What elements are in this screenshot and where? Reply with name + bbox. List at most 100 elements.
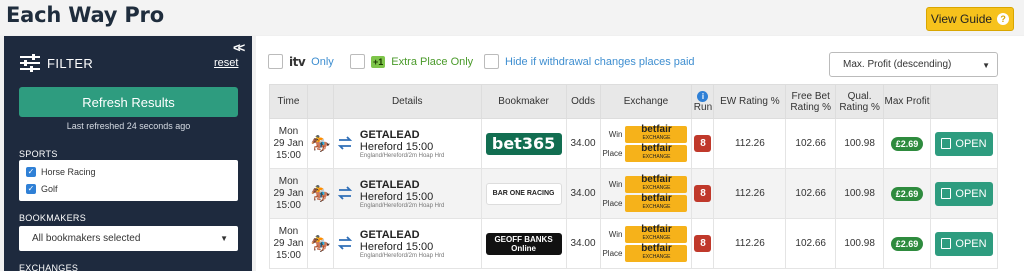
view-guide-button[interactable]: View Guide ?	[926, 7, 1014, 31]
bookmaker-name: bet365	[491, 134, 556, 153]
refresh-results-button[interactable]: Refresh Results	[19, 87, 238, 117]
open-button[interactable]: OPEN	[935, 231, 993, 256]
open-button[interactable]: OPEN	[935, 181, 993, 206]
sport-item-golf[interactable]: ✓ Golf	[26, 184, 58, 194]
bookmakers-heading: BOOKMAKERS	[19, 213, 87, 223]
exchange-sub: EXCHANGE	[642, 254, 671, 260]
odds-cell: 34.00	[565, 118, 601, 169]
itv-only-option[interactable]: itv Only	[268, 54, 334, 69]
max-profit-cell: £2.69	[883, 218, 931, 269]
col-header-icon	[306, 84, 334, 119]
sport-icon-cell: 🏇	[306, 218, 334, 269]
place-label: Place	[602, 148, 623, 158]
results-table-wrap: Time Details Bookmaker Odds Exchange i Ru…	[269, 84, 999, 269]
col-header-exchange: Exchange	[599, 84, 693, 119]
sport-icon-cell: 🏇	[306, 168, 334, 219]
win-label: Win	[608, 229, 623, 239]
last-refreshed-text: Last refreshed 24 seconds ago	[66, 121, 191, 131]
qual-rating-cell: 100.98	[835, 218, 885, 269]
sport-item-horse-racing[interactable]: ✓ Horse Racing	[26, 167, 96, 177]
bookmaker-logo-bar-one[interactable]: BAR ONE RACING	[485, 182, 562, 205]
day: Mon	[278, 225, 299, 237]
betfair-place-button[interactable]: betfair EXCHANGE	[625, 193, 688, 212]
betfair-place-button[interactable]: betfair EXCHANGE	[625, 243, 688, 262]
details-cell: GETALEAD Hereford 15:00 England/Hereford/2…	[332, 218, 482, 269]
runner-name: GETALEAD	[359, 228, 420, 241]
run-badge: 8	[694, 235, 712, 252]
exchange-cell: Win betfair EXCHANGE Place betfair EXCHANGE	[599, 168, 693, 219]
exchange-cell: Win betfair EXCHANGE Place betfair EXCHANGE	[599, 218, 693, 269]
info-icon[interactable]: i	[697, 90, 709, 102]
bookmakers-selected-value: All bookmakers selected	[32, 233, 141, 244]
max-profit-badge: £2.69	[890, 136, 924, 151]
free-bet-rating-cell: 102.66	[785, 118, 837, 169]
time: 15:00	[275, 249, 301, 261]
table-row: Mon 29 Jan 15:00 🏇 GETALEAD Hereford 15:00 Eng…	[269, 218, 999, 269]
max-profit-cell: £2.69	[883, 118, 931, 169]
betfair-win-button[interactable]: betfair EXCHANGE	[625, 175, 688, 193]
col-header-run-label: Run	[693, 101, 713, 113]
chevron-down-icon: ▼	[982, 61, 990, 70]
exchange-name: betfair	[641, 224, 672, 235]
col-header-time: Time	[269, 84, 308, 119]
sort-value: Max. Profit (descending)	[843, 59, 952, 70]
collapse-sidebar-icon[interactable]: <<	[233, 40, 245, 55]
run-cell: 8	[691, 118, 715, 169]
win-label: Win	[608, 129, 623, 139]
exchange-sub: EXCHANGE	[642, 204, 671, 210]
filter-title: FILTER	[47, 56, 94, 71]
extra-place-badge: +1	[371, 55, 386, 68]
betfair-win-button[interactable]: betfair EXCHANGE	[625, 125, 688, 143]
bookmaker-logo-geoff-banks[interactable]: GEOFF BANKS Online	[485, 232, 562, 255]
exchange-sub: EXCHANGE	[642, 135, 671, 141]
exchanges-heading: EXCHANGES	[19, 263, 79, 271]
swap-arrows-icon[interactable]	[337, 136, 353, 150]
extra-place-checkbox[interactable]	[350, 54, 365, 69]
itv-only-checkbox[interactable]	[268, 54, 283, 69]
bookmakers-select[interactable]: All bookmakers selected ▼	[19, 226, 238, 251]
swap-arrows-icon[interactable]	[337, 186, 353, 200]
calculator-icon	[941, 238, 952, 249]
run-cell: 8	[691, 168, 715, 219]
checkbox-checked[interactable]: ✓	[26, 184, 36, 194]
table-row: Mon 29 Jan 15:00 🏇 GETALEAD Hereford 15:00 Eng…	[269, 118, 999, 169]
col-header-ew-rating: EW Rating %	[713, 84, 787, 119]
open-button[interactable]: OPEN	[935, 131, 993, 156]
course-path: England/Hereford/2m Hoap Hrd	[359, 202, 445, 209]
page-title: Each Way Pro	[6, 3, 164, 27]
exchange-name: betfair	[641, 243, 672, 254]
betfair-win-button[interactable]: betfair EXCHANGE	[625, 224, 688, 243]
question-icon: ?	[997, 13, 1010, 25]
action-cell: OPEN	[929, 168, 999, 219]
swap-arrows-icon[interactable]	[337, 236, 353, 250]
sort-select[interactable]: Max. Profit (descending) ▼	[829, 52, 998, 77]
bookmaker-cell: GEOFF BANKS Online	[480, 218, 567, 269]
runner-name: GETALEAD	[359, 178, 420, 191]
exchange-cell: Win betfair EXCHANGE Place betfair EXCHANGE	[599, 118, 693, 169]
checkbox-checked[interactable]: ✓	[26, 167, 36, 177]
betfair-place-button[interactable]: betfair EXCHANGE	[625, 144, 688, 162]
bookmaker-logo-bet365[interactable]: bet365	[485, 132, 562, 155]
itv-logo: itv	[289, 54, 306, 69]
hide-withdrawal-checkbox[interactable]	[484, 54, 499, 69]
col-header-details: Details	[332, 84, 482, 119]
col-header-run: i Run	[691, 84, 715, 119]
extra-place-option[interactable]: +1 Extra Place Only	[350, 54, 473, 69]
day: Mon	[278, 125, 299, 137]
sport-icon-cell: 🏇	[306, 118, 334, 169]
details-cell: GETALEAD Hereford 15:00 England/Hereford/2…	[332, 168, 482, 219]
open-label: OPEN	[955, 187, 987, 200]
max-profit-badge: £2.69	[890, 186, 924, 201]
time-cell: Mon 29 Jan 15:00	[269, 218, 308, 269]
calculator-icon	[941, 188, 952, 199]
max-profit-cell: £2.69	[883, 168, 931, 219]
date: 29 Jan	[273, 237, 304, 249]
table-row: Mon 29 Jan 15:00 🏇 GETALEAD Hereford 15:00 Eng…	[269, 168, 999, 219]
hide-withdrawal-option[interactable]: Hide if withdrawal changes places paid	[484, 54, 695, 69]
time-cell: Mon 29 Jan 15:00	[269, 168, 308, 219]
caret-down-icon: ▼	[220, 234, 228, 243]
exchange-name: betfair	[641, 193, 672, 204]
exchange-sub: EXCHANGE	[642, 235, 671, 241]
horse-racing-icon: 🏇	[310, 185, 331, 203]
reset-link[interactable]: reset	[214, 57, 238, 69]
